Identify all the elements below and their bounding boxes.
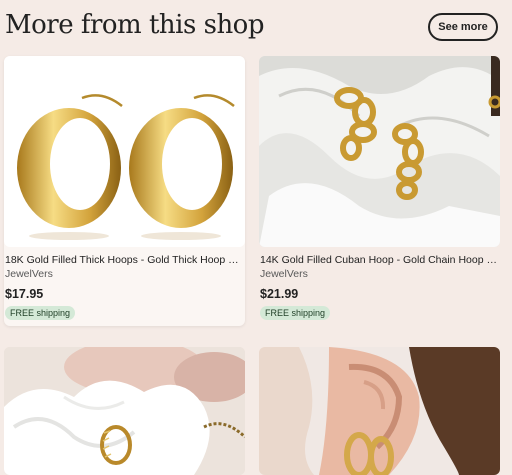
hoop-earring-on-ear-icon [259,347,500,475]
listing-price: $17.95 [5,287,44,301]
listing-image[interactable] [4,56,245,247]
listing-card[interactable] [259,347,500,475]
free-shipping-badge: FREE shipping [5,306,76,320]
listing-price: $21.99 [260,287,299,301]
free-shipping-badge: FREE shipping [260,306,331,320]
cuban-chain-hoops-on-satin-icon [259,56,500,247]
listing-card[interactable] [4,347,245,475]
listing-image[interactable] [259,347,500,475]
listing-title[interactable]: 18K Gold Filled Thick Hoops - Gold Thick… [5,254,243,266]
listing-card[interactable]: 18K Gold Filled Thick Hoops - Gold Thick… [4,56,245,326]
thick-gold-hoops-icon [17,94,235,240]
listing-shop-name[interactable]: JewelVers [260,268,308,280]
twisted-hoop-on-scrunchie-icon [4,347,245,475]
listing-shop-name[interactable]: JewelVers [5,268,53,280]
listing-image[interactable] [259,56,500,247]
section-header: More from this shop See more [0,0,512,56]
see-more-button[interactable]: See more [428,13,498,41]
listing-title[interactable]: 14K Gold Filled Cuban Hoop - Gold Chain … [260,254,498,266]
listing-card[interactable]: 14K Gold Filled Cuban Hoop - Gold Chain … [259,56,500,326]
section-title: More from this shop [5,10,264,40]
listing-image[interactable] [4,347,245,475]
